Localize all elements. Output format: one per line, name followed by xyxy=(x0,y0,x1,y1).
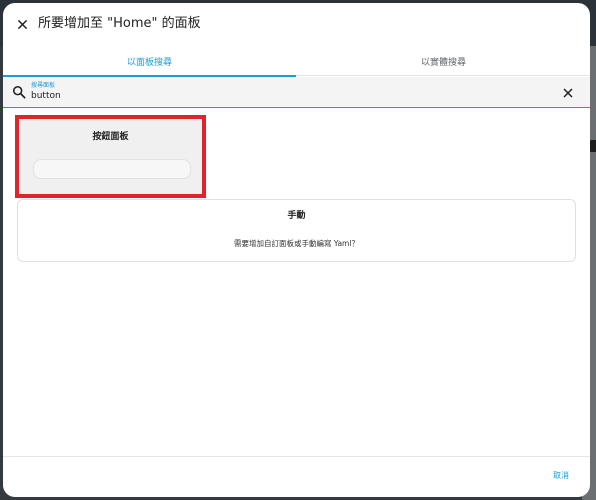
add-card-dialog: 所要增加至 "Home" 的面板 以面板搜尋 以實體搜尋 搜尋面板 按鈕面板 手… xyxy=(3,3,590,497)
dialog-header: 所要增加至 "Home" 的面板 xyxy=(3,3,590,43)
close-button[interactable] xyxy=(13,15,31,33)
button-card-option[interactable]: 按鈕面板 xyxy=(15,115,206,198)
tab-search-cards[interactable]: 以面板搜尋 xyxy=(3,47,296,77)
button-card-title: 按鈕面板 xyxy=(92,132,129,142)
cancel-button[interactable]: 取消 xyxy=(546,465,576,485)
search-input[interactable] xyxy=(31,90,551,102)
dialog-title: 所要增加至 "Home" 的面板 xyxy=(38,16,201,31)
tab-search-entities[interactable]: 以實體搜尋 xyxy=(297,47,590,76)
button-card-preview xyxy=(33,159,191,179)
search-field: 搜尋面板 xyxy=(3,77,590,108)
close-icon xyxy=(17,19,27,29)
manual-card-option[interactable]: 手動 需要增加自訂面板或手動編寫 Yaml？ xyxy=(17,199,576,262)
search-label: 搜尋面板 xyxy=(31,82,56,89)
tab-search-entities-label: 以實體搜尋 xyxy=(420,58,466,68)
manual-card-description: 需要增加自訂面板或手動編寫 Yaml？ xyxy=(234,239,359,248)
manual-card-title: 手動 xyxy=(287,211,306,221)
tab-bar: 以面板搜尋 以實體搜尋 xyxy=(3,47,590,77)
footer-divider xyxy=(3,456,590,457)
search-icon xyxy=(12,85,26,99)
tab-search-cards-label: 以面板搜尋 xyxy=(126,58,172,68)
clear-search-button[interactable] xyxy=(562,87,574,99)
